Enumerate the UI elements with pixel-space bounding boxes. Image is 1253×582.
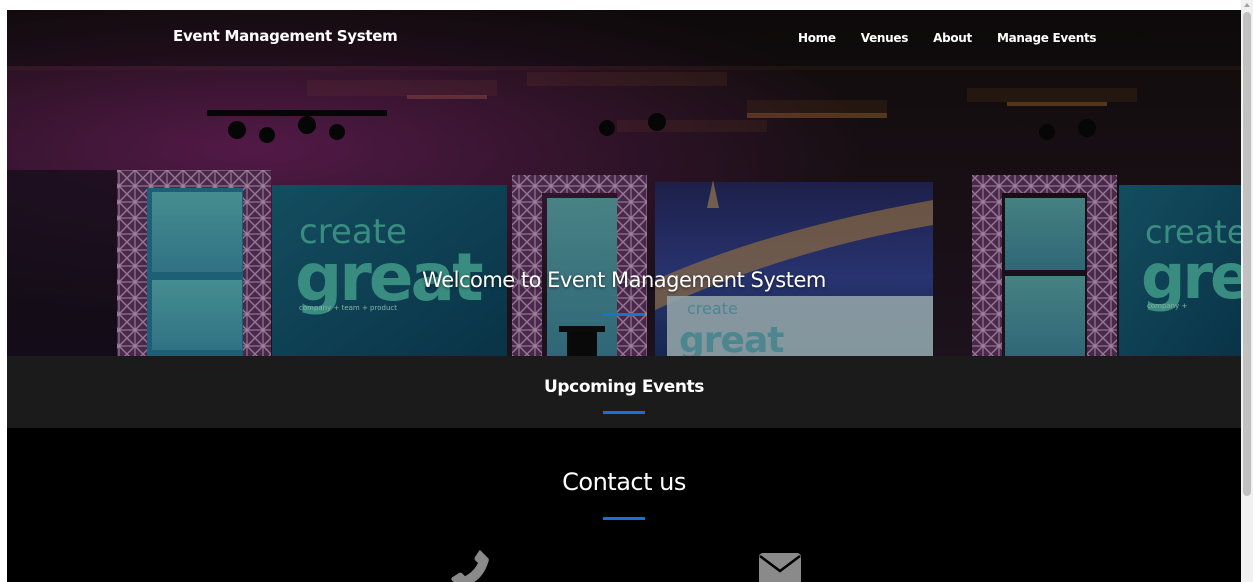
contact-title: Contact us — [562, 468, 686, 496]
contact-title-underline — [603, 517, 645, 520]
hero-section: create great company + team + product cr… — [7, 10, 1241, 356]
nav-link-venues[interactable]: Venues — [861, 31, 909, 45]
hero-title-underline — [603, 313, 645, 316]
upcoming-events-section: Upcoming Events — [7, 356, 1241, 428]
vertical-scrollbar[interactable] — [1241, 0, 1253, 582]
scroll-up-arrow-icon[interactable] — [1244, 3, 1250, 7]
nav-link-manage-events[interactable]: Manage Events — [997, 31, 1097, 45]
scrollbar-thumb[interactable] — [1243, 12, 1251, 496]
upcoming-events-title: Upcoming Events — [543, 377, 705, 397]
brand-link[interactable]: Event Management System — [173, 27, 398, 45]
phone-icon — [451, 550, 489, 582]
browser-viewport: create great company + team + product cr… — [7, 10, 1241, 582]
upcoming-events-underline — [603, 411, 645, 414]
envelope-icon — [759, 553, 801, 582]
nav-link-home[interactable]: Home — [798, 31, 836, 45]
navbar: Event Management System Home Venues Abou… — [7, 10, 1241, 66]
nav-links: Home Venues About Manage Events — [798, 31, 1121, 45]
hero-title: Welcome to Event Management System — [422, 268, 826, 292]
nav-link-about[interactable]: About — [933, 31, 972, 45]
contact-section: Contact us — [7, 428, 1241, 582]
